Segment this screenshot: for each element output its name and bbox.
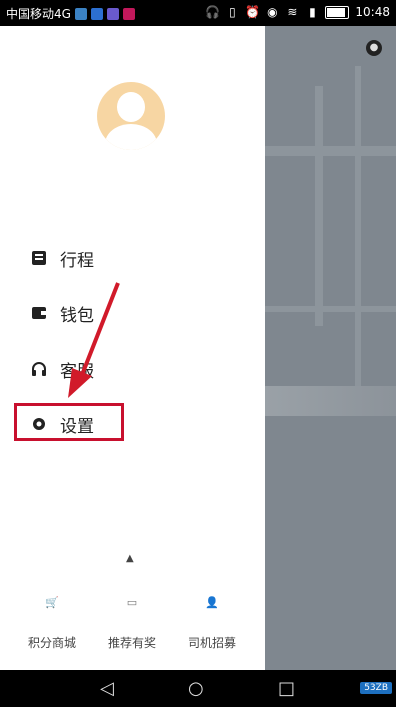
recents-icon[interactable]: □ [278, 678, 295, 699]
navigation-bar: ◁ ○ □ 53ZB [0, 670, 396, 707]
watermark-logo: 53ZB [360, 682, 392, 694]
home-icon[interactable]: ○ [188, 678, 204, 699]
annotation-arrow [68, 282, 120, 398]
back-icon[interactable]: ◁ [100, 678, 114, 699]
